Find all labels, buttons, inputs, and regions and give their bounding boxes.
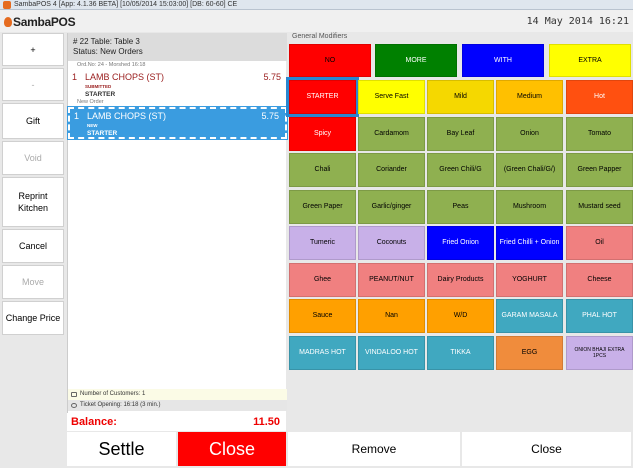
action-button-gift[interactable]: Gift (2, 103, 64, 139)
ticket-opening-row: Ticket Opening: 16:18 (3 min.) (68, 400, 287, 411)
modifier-phal-hot[interactable]: PHAL HOT (566, 299, 633, 333)
modifier-cardamom[interactable]: Cardamom (358, 116, 425, 151)
modifier-fried-onion[interactable]: Fried Onion (427, 226, 494, 260)
modifier-cheese[interactable]: Cheese (566, 262, 633, 297)
modifier-green-paper[interactable]: Green Paper (289, 189, 356, 224)
new-order-label: New Order (77, 99, 104, 105)
modifier-type-more[interactable]: MORE (375, 44, 457, 77)
modifier-onion-bhaji-extra-1pcs[interactable]: ONION BHAJI EXTRA 1PCS (566, 335, 633, 370)
modifier-type-no[interactable]: NO (289, 44, 371, 77)
order-state: SUBMITTED (85, 84, 112, 89)
customer-count-row[interactable]: Number of Customers: 1 (68, 389, 287, 400)
people-icon (71, 392, 77, 397)
close-ticket-button[interactable]: Close (178, 432, 286, 466)
modifier-garam-masala[interactable]: GARAM MASALA (496, 299, 563, 333)
modifier-bay-leaf[interactable]: Bay Leaf (427, 116, 494, 151)
clock-datetime: 14 May 2014 16:21 (526, 16, 629, 27)
ticket-header: # 22 Table: Table 3 Status: New Orders (68, 33, 287, 61)
modifier-hot[interactable]: Hot (566, 80, 633, 114)
modifier-egg[interactable]: EGG (496, 335, 563, 370)
modifiers-title: General Modifiers (292, 33, 348, 40)
modifier-w-d[interactable]: W/D (427, 299, 494, 333)
ticket-table: # 22 Table: Table 3 (73, 37, 140, 46)
modifier-serve-fast[interactable]: Serve Fast (358, 80, 425, 114)
modifier-tumeric[interactable]: Tumeric (289, 226, 356, 260)
modifier-garlic-ginger[interactable]: Garlic/ginger (358, 189, 425, 224)
order-modifier: STARTER (87, 130, 118, 137)
order-name: LAMB CHOPS (ST) (85, 72, 165, 82)
order-name: LAMB CHOPS (ST) (87, 111, 167, 121)
clock-icon (71, 403, 77, 408)
modifier-coriander[interactable]: Coriander (358, 153, 425, 187)
modifier-tomato[interactable]: Tomato (566, 116, 633, 151)
order-qty: 1 (72, 72, 78, 82)
order-qty: 1 (74, 111, 80, 121)
order-price: 5.75 (263, 72, 281, 82)
modifier-mild[interactable]: Mild (427, 80, 494, 114)
ticket-status: Status: New Orders (73, 47, 143, 56)
modifier-type-with[interactable]: WITH (462, 44, 544, 77)
action-button-reprint-kitchen[interactable]: Reprint Kitchen (2, 177, 64, 227)
action-button-cancel[interactable]: Cancel (2, 229, 64, 263)
ticket-panel: # 22 Table: Table 3 Status: New Orders O… (67, 33, 288, 413)
window-title: SambaPOS 4 [App: 4.1.36 BETA] [10/05/201… (14, 1, 238, 8)
modifier-onion[interactable]: Onion (496, 116, 563, 151)
minus-button: - (2, 68, 64, 101)
order-price: 5.75 (261, 111, 279, 121)
balance-bar: Balance: 11.50 (67, 413, 286, 431)
remove-button[interactable]: Remove (288, 432, 460, 466)
modifier-green-chili-g[interactable]: Green Chili/G (427, 153, 494, 187)
modifier-peas[interactable]: Peas (427, 189, 494, 224)
plus-button[interactable]: + (2, 33, 64, 66)
customer-count: Number of Customers: 1 (80, 391, 146, 397)
modifier-mushroom[interactable]: Mushroom (496, 189, 563, 224)
modifier-dairy-products[interactable]: Dairy Products (427, 262, 494, 297)
modifier-nan[interactable]: Nan (358, 299, 425, 333)
order-line[interactable]: 1 LAMB CHOPS (ST) 5.75 SUBMITTED STARTER (68, 70, 287, 102)
balance-value: 11.50 (253, 416, 280, 428)
order-state: NEW (87, 123, 98, 128)
modifier-oil[interactable]: Oil (566, 226, 633, 260)
close-button[interactable]: Close (462, 432, 631, 466)
modifier-medium[interactable]: Medium (496, 80, 563, 114)
modifier-vindaloo-hot[interactable]: VINDALOO HOT (358, 335, 425, 370)
modifier-coconuts[interactable]: Coconuts (358, 226, 425, 260)
order-line-selected[interactable]: 1 LAMB CHOPS (ST) 5.75 NEW STARTER (67, 106, 288, 140)
modifier-mustard-seed[interactable]: Mustard seed (566, 189, 633, 224)
modifier-yoghurt[interactable]: YOGHURT (496, 262, 563, 297)
order-modifier: STARTER (85, 91, 116, 98)
modifier-starter[interactable]: STARTER (289, 80, 356, 114)
ticket-opening: Ticket Opening: 16:18 (3 min.) (80, 402, 161, 408)
modifier-green-chali-g[interactable]: (Green Chali/G/) (496, 153, 563, 187)
settle-button[interactable]: Settle (67, 432, 176, 466)
modifier-chali[interactable]: Chali (289, 153, 356, 187)
sambapos-logo: SambaPOS (4, 15, 76, 29)
balance-label: Balance: (71, 416, 117, 428)
modifier-type-extra[interactable]: EXTRA (549, 44, 631, 77)
modifier-ghee[interactable]: Ghee (289, 262, 356, 297)
modifier-spicy[interactable]: Spicy (289, 116, 356, 151)
modifier-sauce[interactable]: Sauce (289, 299, 356, 333)
modifier-peanut-nut[interactable]: PEANUT/NUT (358, 262, 425, 297)
action-button-void: Void (2, 141, 64, 175)
window-titlebar: SambaPOS 4 [App: 4.1.36 BETA] [10/05/201… (0, 0, 633, 10)
order-info: Ord.No: 24 - Morshed 16:18 (77, 62, 146, 68)
modifier-madras-hot[interactable]: MADRAS HOT (289, 335, 356, 370)
app-header: SambaPOS 14 May 2014 16:21 (0, 10, 633, 32)
flame-icon (4, 17, 12, 27)
app-icon (3, 1, 11, 9)
modifier-green-papper[interactable]: Green Papper (566, 153, 633, 187)
action-button-move: Move (2, 265, 64, 299)
modifier-fried-chilli-onion[interactable]: Fried Chilli + Onion (496, 226, 563, 260)
modifier-tikka[interactable]: TIKKA (427, 335, 494, 370)
action-button-change-price[interactable]: Change Price (2, 301, 64, 335)
